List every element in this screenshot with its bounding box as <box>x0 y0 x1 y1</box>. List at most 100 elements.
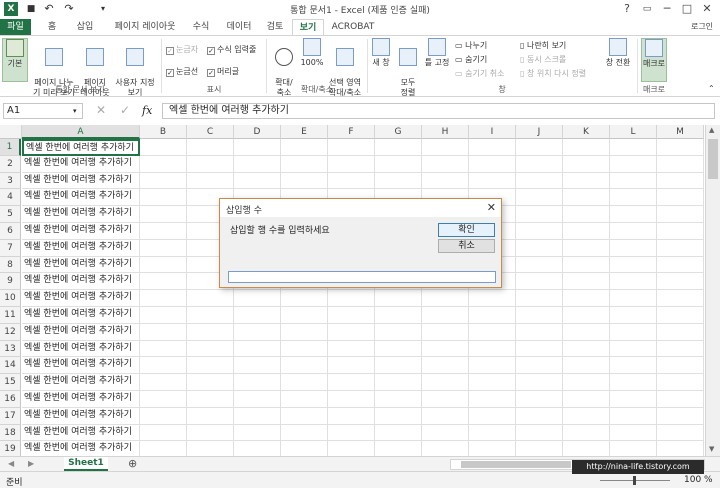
sign-in-link[interactable]: 로그인 <box>684 19 720 35</box>
column-header[interactable]: G <box>375 125 422 139</box>
grid-cell[interactable]: 엑셀 한번에 여러행 추가하기 <box>22 424 140 442</box>
grid-cell[interactable] <box>140 340 187 358</box>
grid-cell[interactable] <box>187 407 234 425</box>
grid-cell[interactable] <box>281 407 328 425</box>
tab-formulas[interactable]: 수식 <box>186 19 216 35</box>
grid-cell[interactable] <box>234 172 281 190</box>
grid-cell[interactable] <box>610 189 657 207</box>
tab-page-layout[interactable]: 페이지 레이아웃 <box>106 19 184 35</box>
grid-cell[interactable] <box>469 155 516 173</box>
name-box[interactable]: A1 <box>3 103 83 119</box>
grid-cell[interactable] <box>657 239 704 257</box>
grid-cell[interactable] <box>187 307 234 324</box>
freeze-panes-button[interactable]: 틀 고정 <box>422 38 452 82</box>
grid-cell[interactable] <box>516 323 563 341</box>
grid-cell[interactable] <box>140 424 187 442</box>
reset-window-button[interactable]: ▯ 창 위치 다시 정렬 <box>520 68 586 79</box>
grid-cell[interactable] <box>422 172 469 190</box>
grid-cell[interactable] <box>281 391 328 408</box>
grid-cell[interactable] <box>657 374 704 391</box>
column-header[interactable]: D <box>234 125 281 139</box>
grid-cell[interactable]: 엑셀 한번에 여러행 추가하기 <box>22 273 140 291</box>
grid-cell[interactable] <box>516 441 563 456</box>
grid-cell[interactable] <box>516 172 563 190</box>
column-header[interactable]: H <box>422 125 469 139</box>
grid-cell[interactable] <box>140 155 187 173</box>
grid-cell[interactable] <box>140 273 187 291</box>
grid-cell[interactable] <box>328 323 375 341</box>
scroll-thumb[interactable] <box>708 139 718 179</box>
close-window-button[interactable]: ✕ <box>698 1 716 17</box>
grid-cell[interactable] <box>140 441 187 456</box>
column-header[interactable]: A <box>22 125 140 139</box>
grid-cell[interactable] <box>187 290 234 307</box>
grid-cell[interactable] <box>516 307 563 324</box>
grid-cell[interactable] <box>516 189 563 207</box>
tab-insert[interactable]: 삽입 <box>70 19 100 35</box>
insert-function-icon[interactable]: fx <box>142 104 152 117</box>
row-header[interactable]: 5 <box>0 206 21 223</box>
grid-cell[interactable] <box>234 307 281 324</box>
grid-cell[interactable] <box>422 441 469 456</box>
grid-cell[interactable] <box>516 407 563 425</box>
column-header[interactable]: B <box>140 125 187 139</box>
grid-cell[interactable] <box>375 391 422 408</box>
tab-acrobat[interactable]: ACROBAT <box>328 19 378 35</box>
grid-cell[interactable] <box>328 424 375 442</box>
grid-cell[interactable] <box>281 424 328 442</box>
row-header[interactable]: 4 <box>0 189 21 207</box>
grid-cell[interactable] <box>140 374 187 391</box>
grid-cell[interactable] <box>375 155 422 173</box>
grid-cell[interactable] <box>234 139 281 156</box>
row-header[interactable]: 1 <box>0 139 21 156</box>
grid-cell[interactable] <box>187 172 234 190</box>
grid-cell[interactable] <box>140 391 187 408</box>
zoom-button[interactable]: 확대/ 축소 <box>270 38 298 97</box>
enter-icon[interactable]: ✓ <box>120 103 130 117</box>
grid-cell[interactable] <box>375 340 422 358</box>
grid-cell[interactable]: 엑셀 한번에 여러행 추가하기 <box>22 155 140 173</box>
column-header[interactable]: F <box>328 125 375 139</box>
grid-cell[interactable] <box>187 374 234 391</box>
grid-cell[interactable] <box>234 340 281 358</box>
add-sheet-icon[interactable]: ⊕ <box>128 457 137 470</box>
next-sheet-icon[interactable]: ▶ <box>28 459 34 468</box>
grid-cell[interactable] <box>375 374 422 391</box>
grid-cell[interactable] <box>469 374 516 391</box>
h-scroll-thumb[interactable] <box>461 461 571 468</box>
grid-cell[interactable] <box>469 290 516 307</box>
grid-cell[interactable]: 엑셀 한번에 여러행 추가하기 <box>22 407 140 425</box>
grid-cell[interactable] <box>469 357 516 375</box>
grid-cell[interactable] <box>328 155 375 173</box>
grid-cell[interactable] <box>516 391 563 408</box>
grid-cell[interactable] <box>328 340 375 358</box>
ribbon-display-button[interactable]: ▭ <box>638 1 656 17</box>
grid-cell[interactable] <box>375 139 422 156</box>
grid-cell[interactable] <box>234 323 281 341</box>
new-window-button[interactable]: 새 창 <box>370 38 392 82</box>
grid-cell[interactable] <box>610 290 657 307</box>
column-header[interactable]: M <box>657 125 704 139</box>
grid-cell[interactable] <box>657 139 704 156</box>
formula-input[interactable]: 엑셀 한번에 여러행 추가하기 <box>162 103 715 119</box>
row-header[interactable]: 19 <box>0 441 21 456</box>
grid-cell[interactable] <box>469 407 516 425</box>
grid-cell[interactable] <box>422 323 469 341</box>
row-header[interactable]: 9 <box>0 273 21 291</box>
grid-cell[interactable] <box>187 391 234 408</box>
grid-cell[interactable] <box>657 441 704 456</box>
grid-cell[interactable] <box>657 189 704 207</box>
sync-scroll-button[interactable]: ▯ 동시 스크롤 <box>520 54 566 65</box>
grid-cell[interactable]: 엑셀 한번에 여러행 추가하기 <box>22 391 140 408</box>
grid-cell[interactable] <box>187 441 234 456</box>
sheet-tab-sheet1[interactable]: Sheet1 <box>64 457 108 471</box>
zoom-selection-button[interactable]: 선택 영역 확대/축소 <box>326 38 364 97</box>
grid-cell[interactable] <box>140 189 187 207</box>
grid-cell[interactable] <box>516 223 563 240</box>
grid-cell[interactable] <box>140 407 187 425</box>
grid-cell[interactable] <box>657 273 704 291</box>
unhide-button[interactable]: ▭ 숨기기 취소 <box>455 68 504 79</box>
grid-cell[interactable] <box>657 256 704 274</box>
grid-cell[interactable] <box>657 323 704 341</box>
grid-cell[interactable] <box>610 391 657 408</box>
